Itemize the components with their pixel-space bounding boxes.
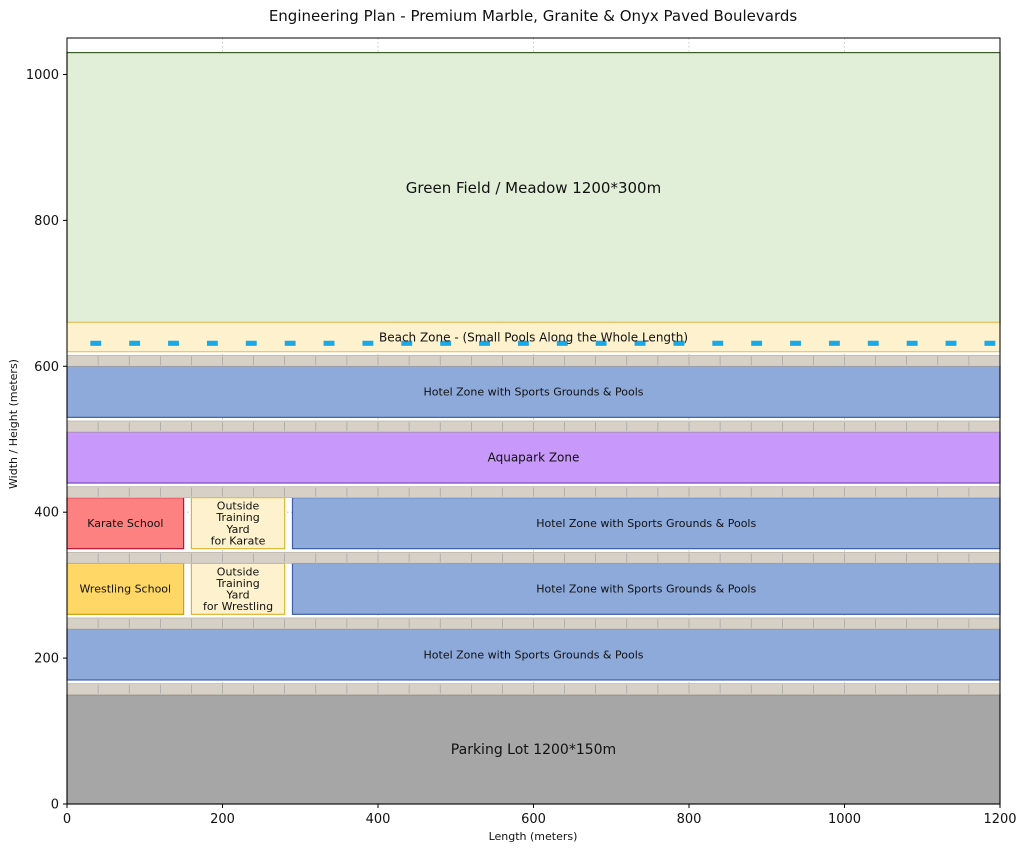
small-pool	[129, 340, 141, 346]
hotel-zone-bottom-label: Hotel Zone with Sports Grounds & Pools	[424, 648, 644, 661]
small-pool	[206, 340, 218, 346]
small-pool	[245, 340, 257, 346]
small-pool	[712, 340, 724, 346]
hotel-zone-top-label: Hotel Zone with Sports Grounds & Pools	[424, 386, 644, 399]
parking-lot-label: Parking Lot 1200*150m	[451, 742, 616, 758]
x-axis-ticks: 0 200 400 600 800 1000 1200	[63, 804, 1017, 827]
x-tick-label: 0	[63, 812, 71, 827]
y-tick-label: 0	[51, 798, 59, 813]
small-pool	[362, 340, 374, 346]
wrestling-school-label: Wrestling School	[80, 583, 172, 596]
karate-school-label: Karate School	[87, 517, 163, 530]
small-pool	[906, 340, 918, 346]
parking-lot-label-line: Parking Lot 1200*150m	[451, 742, 616, 758]
small-pool	[828, 340, 840, 346]
aquapark-zone-label: Aquapark Zone	[488, 451, 580, 465]
x-axis-label: Length (meters)	[489, 830, 578, 843]
wrestling-school-label-line: Wrestling School	[80, 583, 172, 596]
small-pool	[323, 340, 335, 346]
wrestling-yard-label-line: for Wrestling	[203, 600, 273, 613]
y-tick-label: 200	[34, 652, 59, 667]
hotel-zone-karate-row-label-line: Hotel Zone with Sports Grounds & Pools	[536, 517, 756, 530]
y-tick-label: 1000	[26, 68, 59, 83]
karate-school-label-line: Karate School	[87, 517, 163, 530]
green-field-label: Green Field / Meadow 1200*300m	[406, 179, 661, 197]
chart-title: Engineering Plan - Premium Marble, Grani…	[269, 7, 798, 25]
beach-zone-label: Beach Zone - (Small Pools Along the Whol…	[379, 330, 688, 344]
karate-yard-label: Outside Training Yard for Karate	[211, 500, 266, 548]
karate-yard-label-line: for Karate	[211, 534, 266, 547]
hotel-zone-wrestling-row-label: Hotel Zone with Sports Grounds & Pools	[536, 583, 756, 596]
y-axis-label: Width / Height (meters)	[7, 359, 20, 489]
y-tick-label: 400	[34, 506, 59, 521]
aquapark-zone-label-line: Aquapark Zone	[488, 451, 580, 465]
hotel-zone-wrestling-row-label-line: Hotel Zone with Sports Grounds & Pools	[536, 583, 756, 596]
small-pool	[945, 340, 957, 346]
hotel-zone-top-label-line: Hotel Zone with Sports Grounds & Pools	[424, 386, 644, 399]
x-tick-label: 200	[210, 812, 235, 827]
small-pool	[90, 340, 102, 346]
small-pool	[168, 340, 179, 346]
beach-zone-label-line: Beach Zone - (Small Pools Along the Whol…	[379, 330, 688, 344]
small-pool	[751, 340, 763, 346]
small-pool	[790, 340, 801, 346]
x-tick-label: 1000	[828, 812, 861, 827]
y-tick-label: 800	[34, 214, 59, 229]
small-pool	[284, 340, 296, 346]
y-tick-label: 600	[34, 360, 59, 375]
small-pool	[984, 340, 996, 346]
hotel-zone-bottom-label-line: Hotel Zone with Sports Grounds & Pools	[424, 648, 644, 661]
x-tick-label: 1200	[983, 812, 1016, 827]
y-axis-ticks: 0 200 400 600 800 1000	[26, 68, 67, 813]
plan-chart: Engineering Plan - Premium Marble, Grani…	[7, 7, 1017, 843]
x-tick-label: 400	[366, 812, 391, 827]
hotel-zone-karate-row-label: Hotel Zone with Sports Grounds & Pools	[536, 517, 756, 530]
green-field-label-line: Green Field / Meadow 1200*300m	[406, 179, 661, 197]
x-tick-label: 600	[521, 812, 546, 827]
small-pool	[867, 340, 879, 346]
x-tick-label: 800	[677, 812, 702, 827]
engineering-plan-figure: Engineering Plan - Premium Marble, Grani…	[0, 0, 1024, 851]
